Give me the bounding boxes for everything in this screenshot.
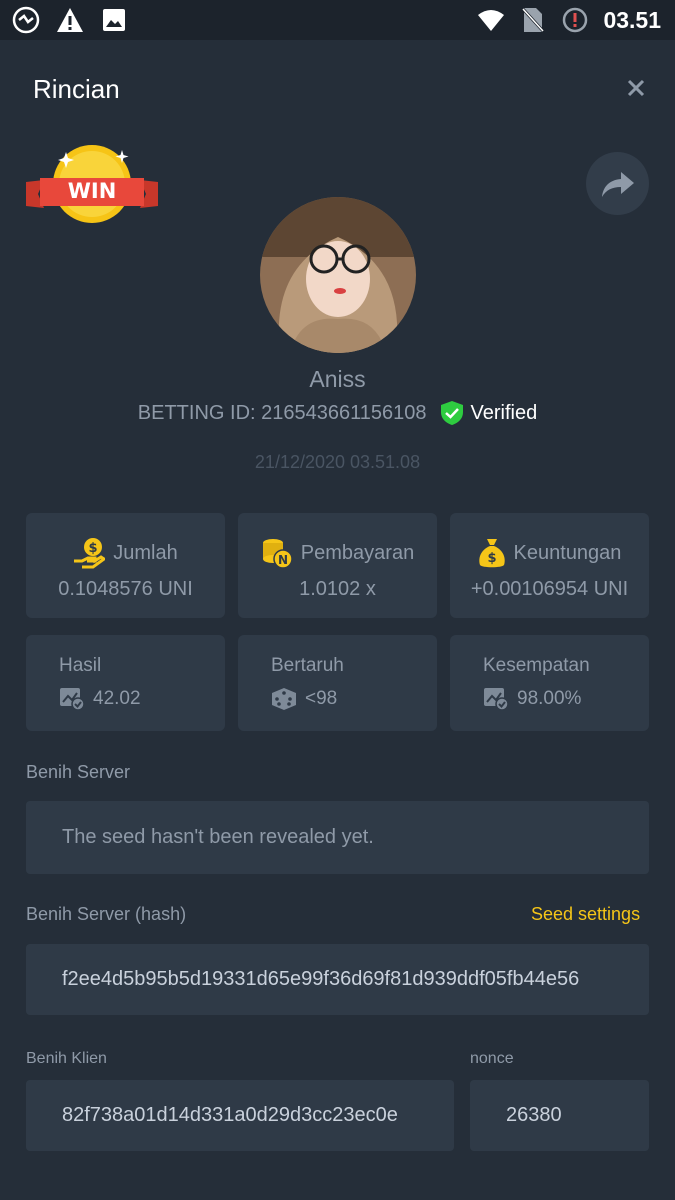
result-card-bet: Bertaruh <98 bbox=[238, 635, 437, 731]
no-sim-icon bbox=[519, 6, 547, 34]
win-badge: WIN bbox=[24, 142, 160, 228]
stat-card-amount: $ Jumlah 0.1048576 UNI bbox=[26, 513, 225, 618]
share-icon bbox=[601, 171, 634, 197]
verified-badge: Verified bbox=[440, 400, 537, 426]
chart-check-icon bbox=[484, 688, 509, 711]
result-value: <98 bbox=[305, 688, 338, 709]
nonce-label: nonce bbox=[470, 1050, 514, 1067]
verified-label: Verified bbox=[470, 401, 538, 424]
stat-value: 0.1048576 UNI bbox=[58, 578, 193, 600]
client-seed-label: Benih Klien bbox=[26, 1050, 107, 1067]
result-card-outcome: Hasil 42.02 bbox=[26, 635, 225, 731]
warning-icon bbox=[56, 6, 84, 34]
result-label: Bertaruh bbox=[271, 655, 344, 676]
image-icon bbox=[100, 6, 128, 34]
server-seed-label: Benih Server bbox=[26, 762, 131, 782]
result-value: 42.02 bbox=[93, 688, 141, 709]
share-button[interactable] bbox=[586, 152, 649, 215]
seed-settings-link[interactable]: Seed settings bbox=[531, 904, 640, 925]
nonce-field[interactable]: 26380 bbox=[470, 1080, 649, 1151]
betting-id: BETTING ID: 216543661156108 bbox=[137, 401, 427, 424]
server-seed-value: The seed hasn't been revealed yet. bbox=[62, 826, 374, 848]
close-button[interactable] bbox=[620, 72, 652, 104]
avatar bbox=[260, 197, 416, 353]
server-seed-hash-value: f2ee4d5b95b5d19331d65e99f36d69f81d939ddf… bbox=[62, 968, 580, 990]
client-seed-value: 82f738a01d14d331a0d29d3cc23ec0e bbox=[62, 1104, 398, 1126]
money-bag-icon: $ bbox=[478, 539, 505, 568]
username: Aniss bbox=[309, 366, 366, 392]
dice-icon bbox=[272, 688, 296, 710]
stat-label: Pembayaran bbox=[300, 541, 415, 564]
win-label: WIN bbox=[67, 179, 117, 203]
stat-value: 1.0102 x bbox=[299, 578, 376, 600]
server-seed-field[interactable]: The seed hasn't been revealed yet. bbox=[26, 801, 649, 874]
stat-card-profit: $ Keuntungan +0.00106954 UNI bbox=[450, 513, 649, 618]
stat-value: +0.00106954 UNI bbox=[470, 578, 629, 600]
clock: 03.51 bbox=[603, 6, 661, 33]
betting-info: BETTING ID: 216543661156108 Verified bbox=[0, 400, 675, 426]
status-bar: 03.51 bbox=[0, 0, 675, 40]
page-title: Rincian bbox=[33, 74, 120, 104]
nonce-value: 26380 bbox=[506, 1104, 562, 1126]
result-label: Kesempatan bbox=[483, 655, 590, 676]
svg-text:N: N bbox=[278, 553, 288, 567]
hand-coin-icon: $ bbox=[74, 538, 106, 569]
stat-label: Jumlah bbox=[113, 541, 178, 564]
server-seed-hash-label: Benih Server (hash) bbox=[26, 904, 187, 924]
chart-check-icon bbox=[60, 688, 85, 711]
coins-stack-icon: N bbox=[262, 539, 293, 569]
wifi-icon bbox=[477, 6, 505, 34]
svg-text:$: $ bbox=[487, 551, 496, 566]
stat-label: Keuntungan bbox=[513, 541, 622, 564]
result-value: 98.00% bbox=[517, 688, 582, 709]
client-seed-field[interactable]: 82f738a01d14d331a0d29d3cc23ec0e bbox=[26, 1080, 454, 1151]
alert-icon bbox=[561, 6, 589, 34]
close-icon bbox=[627, 79, 645, 97]
app-logo-icon bbox=[12, 6, 40, 34]
result-card-chance: Kesempatan 98.00% bbox=[450, 635, 649, 731]
bet-date: 21/12/2020 03.51.08 bbox=[254, 452, 421, 472]
svg-text:$: $ bbox=[89, 541, 98, 556]
shield-check-icon bbox=[441, 401, 464, 425]
stat-card-payout: N Pembayaran 1.0102 x bbox=[238, 513, 437, 618]
result-label: Hasil bbox=[59, 655, 102, 676]
server-seed-hash-field[interactable]: f2ee4d5b95b5d19331d65e99f36d69f81d939ddf… bbox=[26, 944, 649, 1015]
